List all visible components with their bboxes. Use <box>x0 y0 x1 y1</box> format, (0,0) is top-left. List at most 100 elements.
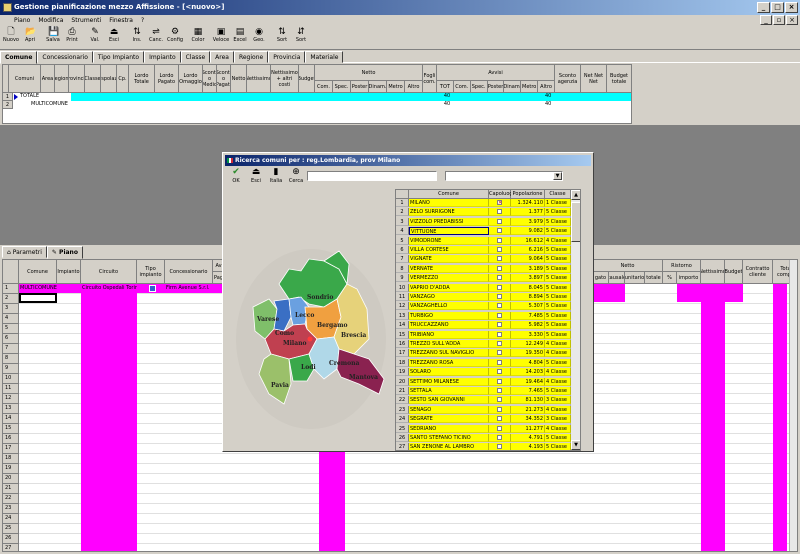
capoluogo-checkbox[interactable] <box>497 341 502 346</box>
comune-cell[interactable]: SETTALA <box>409 387 489 395</box>
grid1-header[interactable]: Fogli com. <box>423 65 437 93</box>
comune-cell[interactable]: SEDRIANO <box>409 424 489 433</box>
grid1-subheader[interactable]: TOT <box>437 81 454 93</box>
toolbar-button-0[interactable]: 🗋 Nuovo <box>2 26 20 49</box>
capoluogo-checkbox[interactable] <box>497 435 502 440</box>
dialog-button-1[interactable]: ⏏ Esci <box>247 167 265 184</box>
capoluogo-cell[interactable] <box>489 302 511 311</box>
capoluogo-cell[interactable] <box>489 424 511 433</box>
search-text-field[interactable] <box>307 171 437 181</box>
menu-item-2[interactable]: Strumenti <box>71 15 101 26</box>
comuni-table-row[interactable]: 12 VANZAGHELLO 5.307 5 Classe <box>396 302 580 311</box>
maximize-button[interactable]: □ <box>771 2 784 13</box>
comune-cell[interactable]: VITTUONE <box>409 227 489 236</box>
capoluogo-cell[interactable] <box>489 311 511 320</box>
capoluogo-cell[interactable] <box>489 246 511 254</box>
dialog-button-0[interactable]: ✔ OK <box>227 167 245 184</box>
capoluogo-checkbox[interactable] <box>497 425 502 431</box>
row1-comune-cell[interactable]: MULTICOMUNE <box>20 285 57 292</box>
grid1-subheader[interactable]: Poster <box>351 81 369 93</box>
grid1-header[interactable]: Classe <box>85 65 101 93</box>
comuni-table[interactable]: ▲ ▼ Comune Capoluogo Popolazione Classe 1 MIL… <box>395 189 581 451</box>
grid2-header[interactable]: % <box>663 272 677 284</box>
tab-2[interactable]: Tipo Impianto <box>92 51 145 63</box>
comuni-table-header[interactable]: Popolazione <box>511 190 545 199</box>
comuni-table-row[interactable]: 20 SETTIMO MILANESE 19.464 4 Classe <box>396 377 580 386</box>
comune-cell[interactable]: SESTO SAN GIOVANNI <box>409 396 489 405</box>
capoluogo-checkbox[interactable] <box>497 369 502 375</box>
comuni-table-row[interactable]: 16 TREZZO SULL'ADDA 12.249 4 Classe <box>396 340 580 348</box>
comuni-table-row[interactable]: 2 ZELO SURRIGONE 1.377 5 Classe <box>396 208 580 217</box>
comuni-table-row[interactable]: 18 TREZZANO ROSA 4.804 5 Classe <box>396 358 580 367</box>
comune-cell[interactable]: VIMODRONE <box>409 236 489 245</box>
capoluogo-checkbox[interactable] <box>497 331 502 337</box>
capoluogo-cell[interactable] <box>489 377 511 386</box>
tab-5[interactable]: Area <box>210 51 234 63</box>
comuni-table-header[interactable] <box>396 190 409 199</box>
grid1-subheader[interactable]: Dinam. <box>504 81 522 93</box>
capoluogo-checkbox[interactable] <box>497 209 502 215</box>
grid1-header[interactable]: Cp. <box>117 65 129 93</box>
toolbar-button-9[interactable]: ▦ Color <box>189 26 207 49</box>
capoluogo-cell[interactable] <box>489 358 511 367</box>
grid1-header[interactable]: Sconti o Medio <box>203 65 217 93</box>
toolbar-button-6[interactable]: ⇅ Ins. <box>128 26 146 49</box>
row1-concessionario-cell[interactable]: Firm Avenue S.r.l. <box>166 285 212 292</box>
menu-item-3[interactable]: Finestra <box>109 15 133 26</box>
capoluogo-cell[interactable] <box>489 387 511 395</box>
comune-cell[interactable]: ZELO SURRIGONE <box>409 208 489 217</box>
capoluogo-checkbox[interactable] <box>497 265 502 271</box>
tab-0[interactable]: Comune <box>0 51 38 64</box>
capoluogo-checkbox[interactable] <box>497 294 502 299</box>
capoluogo-checkbox[interactable] <box>497 406 502 412</box>
toolbar-button-3[interactable]: ⎙ Print <box>63 26 81 49</box>
summary-grid[interactable]: ComuniAreaRegioneProvinciaClassePspolaz.… <box>2 64 632 124</box>
tab-3[interactable]: Impianto <box>144 51 181 63</box>
grid1-subheader[interactable]: Altro <box>405 81 423 93</box>
capoluogo-cell[interactable] <box>489 208 511 217</box>
grid2-header[interactable]: Impianto <box>57 260 81 284</box>
menu-item-4[interactable]: ? <box>141 15 144 26</box>
filter-combo[interactable]: ▼ <box>445 171 563 181</box>
capoluogo-cell[interactable] <box>489 255 511 264</box>
capoluogo-cell[interactable] <box>489 274 511 283</box>
grid2-header[interactable]: causale <box>609 272 625 284</box>
dialog-button-3[interactable]: ⊕ Cerca <box>287 167 305 184</box>
comune-cell[interactable]: VERMEZZO <box>409 274 489 283</box>
grid1-header[interactable]: Nettissimo + altri costi <box>271 65 299 93</box>
comune-cell[interactable]: VANZAGHELLO <box>409 302 489 311</box>
comune-cell[interactable]: VANZAGO <box>409 293 489 301</box>
toolbar-button-10[interactable]: ▣ Veloce <box>212 26 230 49</box>
capoluogo-cell[interactable] <box>489 264 511 273</box>
dialog-button-2[interactable]: ▮ Italia <box>267 167 285 184</box>
capoluogo-cell[interactable] <box>489 217 511 226</box>
comuni-table-row[interactable]: 10 VAPRIO D'ADDA 8.045 5 Classe <box>396 283 580 292</box>
capoluogo-checkbox[interactable] <box>497 322 502 328</box>
tab-6[interactable]: Regione <box>233 51 269 63</box>
grid1-header[interactable]: Area <box>41 65 55 93</box>
mdi-close-button[interactable]: × <box>786 15 798 25</box>
capoluogo-cell[interactable] <box>489 415 511 424</box>
comuni-table-header[interactable]: Comune <box>409 190 489 199</box>
comuni-table-row[interactable]: 19 SOLARO 14.203 4 Classe <box>396 368 580 377</box>
comune-cell[interactable]: SOLARO <box>409 368 489 377</box>
comuni-table-row[interactable]: 27 SAN ZENONE AL LAMBRO 4.193 5 Classe <box>396 443 580 450</box>
capoluogo-checkbox[interactable]: ✕ <box>497 200 502 206</box>
grid2-header[interactable]: totale <box>645 272 663 284</box>
capoluogo-checkbox[interactable] <box>497 397 502 403</box>
comuni-table-row[interactable]: 21 SETTALA 7.465 5 Classe <box>396 387 580 395</box>
grid1-header[interactable]: Comuni <box>9 65 41 93</box>
comune-cell[interactable]: VAPRIO D'ADDA <box>409 283 489 292</box>
grid1-subheader[interactable]: Poster <box>487 81 505 93</box>
comuni-table-row[interactable]: 23 SENAGO 21.273 4 Classe <box>396 405 580 414</box>
capoluogo-checkbox[interactable] <box>497 237 502 243</box>
comune-cell[interactable]: MILANO <box>409 199 489 207</box>
grid1-subheader[interactable]: Dinam. <box>369 81 387 93</box>
capoluogo-cell[interactable] <box>489 293 511 301</box>
grid1-header[interactable]: Netto <box>231 65 247 93</box>
capoluogo-checkbox[interactable] <box>497 256 502 262</box>
comuni-table-row[interactable]: 24 SEGRATE 34.352 3 Classe <box>396 415 580 424</box>
capoluogo-checkbox[interactable] <box>497 388 502 393</box>
grid1-header[interactable]: Lordo Totale <box>129 65 155 93</box>
menu-item-1[interactable]: Modifica <box>38 15 63 26</box>
